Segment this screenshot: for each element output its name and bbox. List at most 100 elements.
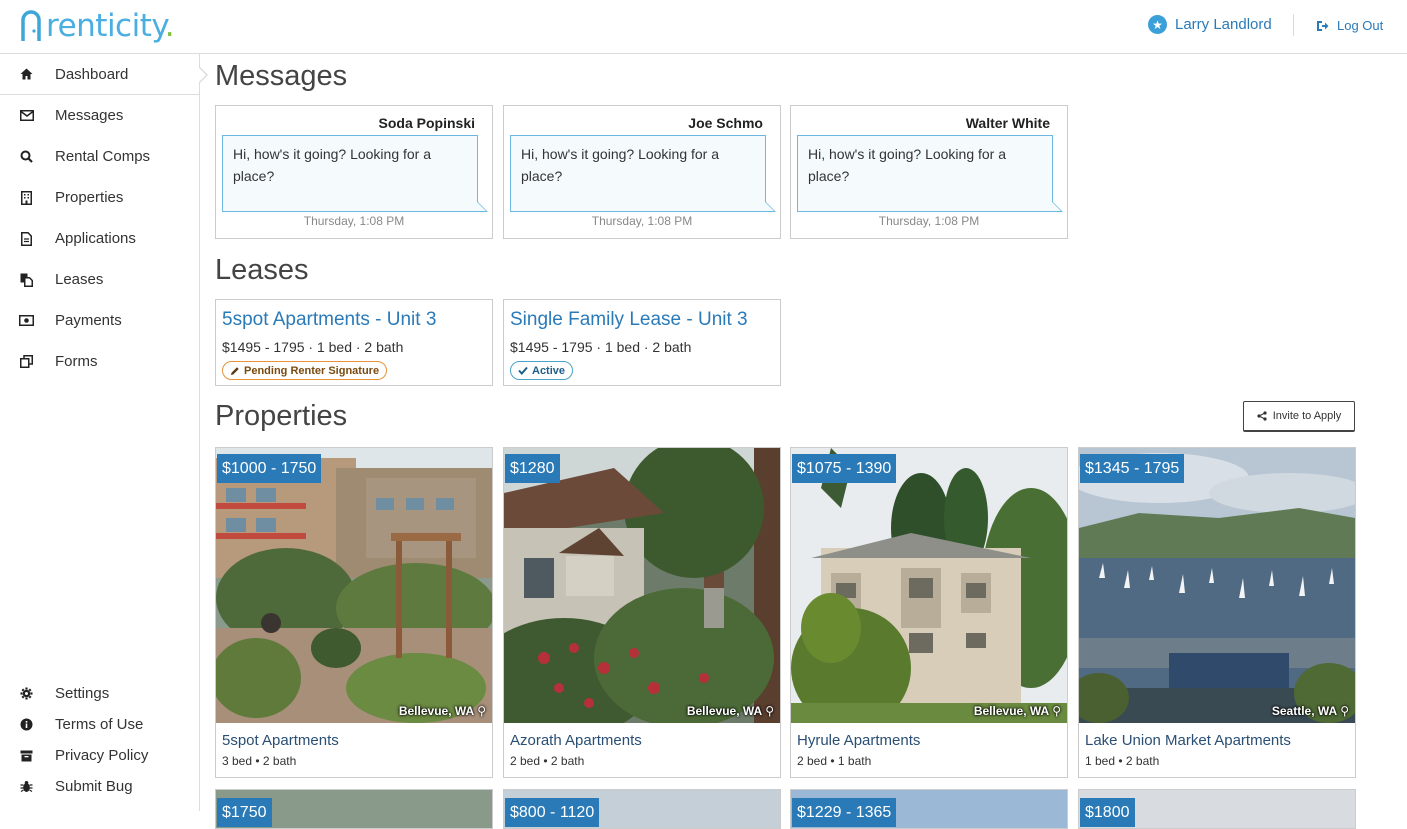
map-marker-icon: ⚲ — [477, 704, 486, 718]
property-location: Seattle, WA — [1271, 704, 1338, 718]
sidebar-item-payments[interactable]: Payments — [0, 300, 199, 341]
property-card[interactable]: $1800 — [1078, 789, 1356, 829]
message-card[interactable]: Soda Popinski Hi, how's it going? Lookin… — [215, 105, 493, 239]
property-price: $1280 — [505, 454, 560, 483]
active-indicator — [198, 66, 208, 84]
gear-icon — [19, 686, 34, 701]
top-header: renticity. ★ Larry Landlord Log Out — [0, 0, 1407, 54]
logo-text: renticity — [46, 8, 165, 44]
star-icon: ★ — [1148, 15, 1167, 34]
sidebar-item-properties[interactable]: Properties — [0, 177, 199, 218]
property-price: $1000 - 1750 — [217, 454, 322, 483]
map-marker-icon: ⚲ — [765, 704, 774, 718]
property-name: Lake Union Market Apartments — [1085, 732, 1291, 749]
property-card[interactable]: $1075 - 1390 Bellevue, WA ⚲ Hyrule Apartm… — [790, 447, 1068, 778]
sender-name: Walter White — [965, 115, 1050, 131]
property-name: Azorath Apartments — [510, 732, 642, 749]
sidebar-item-label: Payments — [55, 312, 122, 329]
user-menu[interactable]: ★ Larry Landlord — [1148, 15, 1272, 34]
envelope-icon — [19, 108, 34, 123]
property-price: $1345 - 1795 — [1080, 454, 1185, 483]
message-bubble: Hi, how's it going? Looking for a place? — [797, 135, 1063, 212]
property-price: $800 - 1120 — [505, 798, 600, 827]
status-badge: Active — [510, 361, 574, 380]
search-icon — [19, 149, 34, 164]
building-icon — [19, 190, 34, 205]
property-photo — [791, 448, 1067, 723]
money-icon — [19, 313, 34, 328]
map-marker-icon: ⚲ — [1340, 704, 1349, 718]
sidebar-item-label: Properties — [55, 189, 124, 206]
header-divider — [1293, 14, 1294, 36]
check-icon — [518, 366, 528, 375]
sidebar-item-label: Leases — [55, 271, 104, 288]
lease-info: $1495 - 1795 · 1 bed · 2 bath — [510, 339, 692, 355]
sidebar-item-leases[interactable]: Leases — [0, 259, 199, 300]
logout-button[interactable]: Log Out — [1316, 18, 1383, 33]
sidebar-item-label: Applications — [55, 230, 136, 247]
message-bubble: Hi, how's it going? Looking for a place? — [510, 135, 776, 212]
sidebar-item-label: Rental Comps — [55, 148, 151, 165]
property-name: Hyrule Apartments — [797, 732, 921, 749]
property-card[interactable]: $1750 — [215, 789, 493, 829]
sidebar-item-label: Privacy Policy — [55, 747, 149, 764]
sidebar-item-rental-comps[interactable]: Rental Comps — [0, 136, 199, 177]
property-location: Bellevue, WA — [398, 704, 475, 718]
invite-to-apply-button[interactable]: Invite to Apply — [1243, 401, 1355, 432]
pencil-icon — [231, 366, 239, 375]
property-photo — [504, 448, 780, 723]
logout-icon — [1317, 20, 1329, 31]
property-card[interactable]: $800 - 1120 — [503, 789, 781, 829]
sidebar-item-forms[interactable]: Forms — [0, 341, 199, 382]
property-info: 3 bed • 2 bath — [222, 754, 297, 768]
property-location: Bellevue, WA — [973, 704, 1050, 718]
copy-icon — [19, 354, 34, 369]
property-price: $1800 — [1080, 798, 1135, 827]
sidebar-item-label: Terms of Use — [55, 716, 144, 733]
sidebar-item-label: Settings — [55, 685, 110, 702]
property-card[interactable]: $1000 - 1750 Bellevue, WA ⚲ 5spot Apartme… — [215, 447, 493, 778]
property-location: Bellevue, WA — [686, 704, 763, 718]
share-icon — [1257, 411, 1267, 421]
user-name: Larry Landlord — [1175, 16, 1272, 33]
sidebar-item-dashboard[interactable]: Dashboard — [0, 54, 199, 95]
lease-title-link[interactable]: Single Family Lease - Unit 3 — [510, 309, 748, 331]
sidebar-item-label: Submit Bug — [55, 778, 133, 795]
lease-card: 5spot Apartments - Unit 3 $1495 - 1795 ·… — [215, 299, 493, 386]
message-bubble: Hi, how's it going? Looking for a place? — [222, 135, 488, 212]
properties-heading: Properties — [215, 400, 348, 432]
property-info: 2 bed • 2 bath — [510, 754, 585, 768]
lease-info: $1495 - 1795 · 1 bed · 2 bath — [222, 339, 404, 355]
status-label: Pending Renter Signature — [244, 364, 380, 377]
status-label: Active — [532, 364, 566, 377]
message-time: Thursday, 1:08 PM — [591, 214, 693, 228]
sidebar-item-submit-bug[interactable]: Submit Bug — [0, 766, 199, 807]
status-badge: Pending Renter Signature — [222, 361, 388, 380]
property-info: 2 bed • 1 bath — [797, 754, 872, 768]
sidebar-item-applications[interactable]: Applications — [0, 218, 199, 259]
document-icon — [19, 231, 34, 246]
property-card[interactable]: $1229 - 1365 — [790, 789, 1068, 829]
sidebar-item-label: Dashboard — [55, 65, 129, 83]
property-card[interactable]: $1280 Bellevue, WA ⚲ Azorath Apartments 2… — [503, 447, 781, 778]
map-marker-icon: ⚲ — [1052, 704, 1061, 718]
leases-heading: Leases — [215, 254, 309, 286]
archive-icon — [19, 748, 34, 763]
sidebar-item-label: Messages — [55, 107, 124, 124]
sidebar-item-messages[interactable]: Messages — [0, 95, 199, 136]
message-time: Thursday, 1:08 PM — [303, 214, 405, 228]
logout-label: Log Out — [1337, 18, 1384, 33]
lease-title-link[interactable]: 5spot Apartments - Unit 3 — [222, 309, 436, 331]
messages-heading: Messages — [215, 60, 348, 92]
message-card[interactable]: Joe Schmo Hi, how's it going? Looking fo… — [503, 105, 781, 239]
renticity-logo[interactable]: renticity. — [20, 8, 175, 44]
property-photo — [1079, 448, 1355, 723]
info-icon — [19, 717, 34, 732]
sidebar: Dashboard Messages Rental Comps Properti… — [0, 54, 208, 811]
invite-label: Invite to Apply — [1272, 410, 1342, 422]
home-icon — [19, 67, 34, 82]
property-card[interactable]: $1345 - 1795 Seattle, WA ⚲ Lake Union Mar… — [1078, 447, 1356, 778]
files-icon — [19, 272, 34, 287]
message-card[interactable]: Walter White Hi, how's it going? Looking… — [790, 105, 1068, 239]
lease-card: Single Family Lease - Unit 3 $1495 - 179… — [503, 299, 781, 386]
